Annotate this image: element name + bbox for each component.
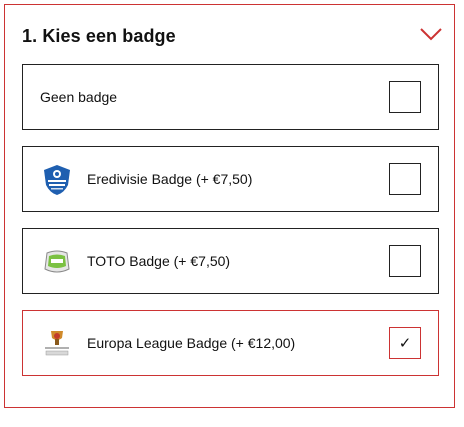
- option-label: Eredivisie Badge (+ €7,50): [87, 171, 253, 187]
- option-label: TOTO Badge (+ €7,50): [87, 253, 231, 269]
- section-title: 1. Kies een badge: [22, 26, 176, 46]
- toto-badge-icon: [44, 250, 70, 273]
- section-header[interactable]: 1. Kies een badge: [5, 5, 454, 63]
- option-toto-badge[interactable]: TOTO Badge (+ €7,50): [22, 228, 439, 294]
- checkbox[interactable]: [389, 245, 421, 277]
- chevron-down-icon[interactable]: [419, 25, 443, 43]
- eredivisie-badge-icon: [44, 165, 70, 195]
- checkmark-icon: ✓: [398, 334, 412, 352]
- europa-league-badge-icon: [45, 331, 69, 356]
- checkbox[interactable]: [389, 163, 421, 195]
- option-eredivisie-badge[interactable]: Eredivisie Badge (+ €7,50): [22, 146, 439, 212]
- option-geen-badge[interactable]: Geen badge: [22, 64, 439, 130]
- option-label: Geen badge: [40, 89, 118, 105]
- badge-selection-panel: 1. Kies een badge Geen badge Eredivisie …: [4, 4, 455, 408]
- option-europa-league-badge[interactable]: Europa League Badge (+ €12,00) ✓: [22, 310, 439, 376]
- checkbox-checked[interactable]: ✓: [389, 327, 421, 359]
- option-label: Europa League Badge (+ €12,00): [87, 335, 296, 351]
- checkbox[interactable]: [389, 81, 421, 113]
